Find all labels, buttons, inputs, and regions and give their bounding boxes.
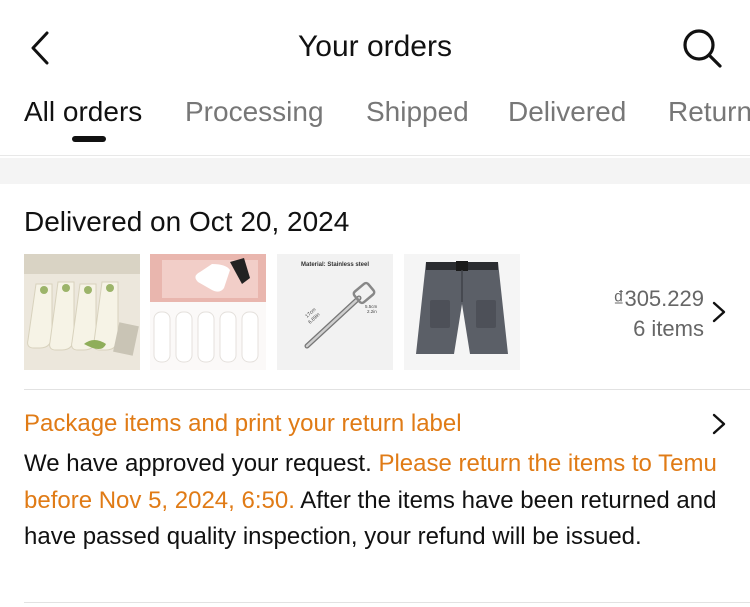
tab-shipped[interactable]: Shipped [366,96,469,128]
lace-socks-thumbnail[interactable] [24,254,140,370]
return-msg-start: We have approved your request. [24,450,379,477]
order-card[interactable]: Delivered on Oct 20, 2024 Material: Stai… [0,184,750,607]
cargo-shorts-thumbnail[interactable] [404,254,520,370]
return-instructions: We have approved your request. Please re… [24,446,724,556]
search-button[interactable] [680,26,724,70]
search-icon [683,29,722,68]
tab-delivered[interactable]: Delivered [508,96,626,128]
chevron-right-icon[interactable] [710,412,728,436]
order-summary: ₫305.229 6 items [613,284,704,344]
top-bar: Your orders [0,0,750,96]
active-tab-indicator [72,136,106,142]
peeler-caption: Material: Stainless steel [301,262,369,268]
tab-processing[interactable]: Processing [185,96,324,128]
page-title: Your orders [298,30,452,63]
delivery-status-heading: Delivered on Oct 20, 2024 [24,206,350,237]
divider [24,389,750,390]
peeler-dimension-width-in: 2.2in [367,309,377,314]
peeler-thumbnail[interactable]: Material: Stainless steel 17cm 6.69in 5.… [277,254,393,370]
section-separator [0,158,750,184]
white-socks-thumbnail[interactable] [150,254,266,370]
return-label-link[interactable]: Package items and print your return labe… [24,410,462,438]
chevron-right-icon[interactable] [710,300,728,324]
order-item-count: 6 items [633,316,704,341]
tab-returns[interactable]: Returns [668,96,750,128]
order-status-tabs: All orders Processing Shipped Delivered … [0,92,750,156]
divider [24,602,750,603]
order-total-price: ₫305.229 [613,286,704,311]
tab-all-orders[interactable]: All orders [24,96,142,128]
